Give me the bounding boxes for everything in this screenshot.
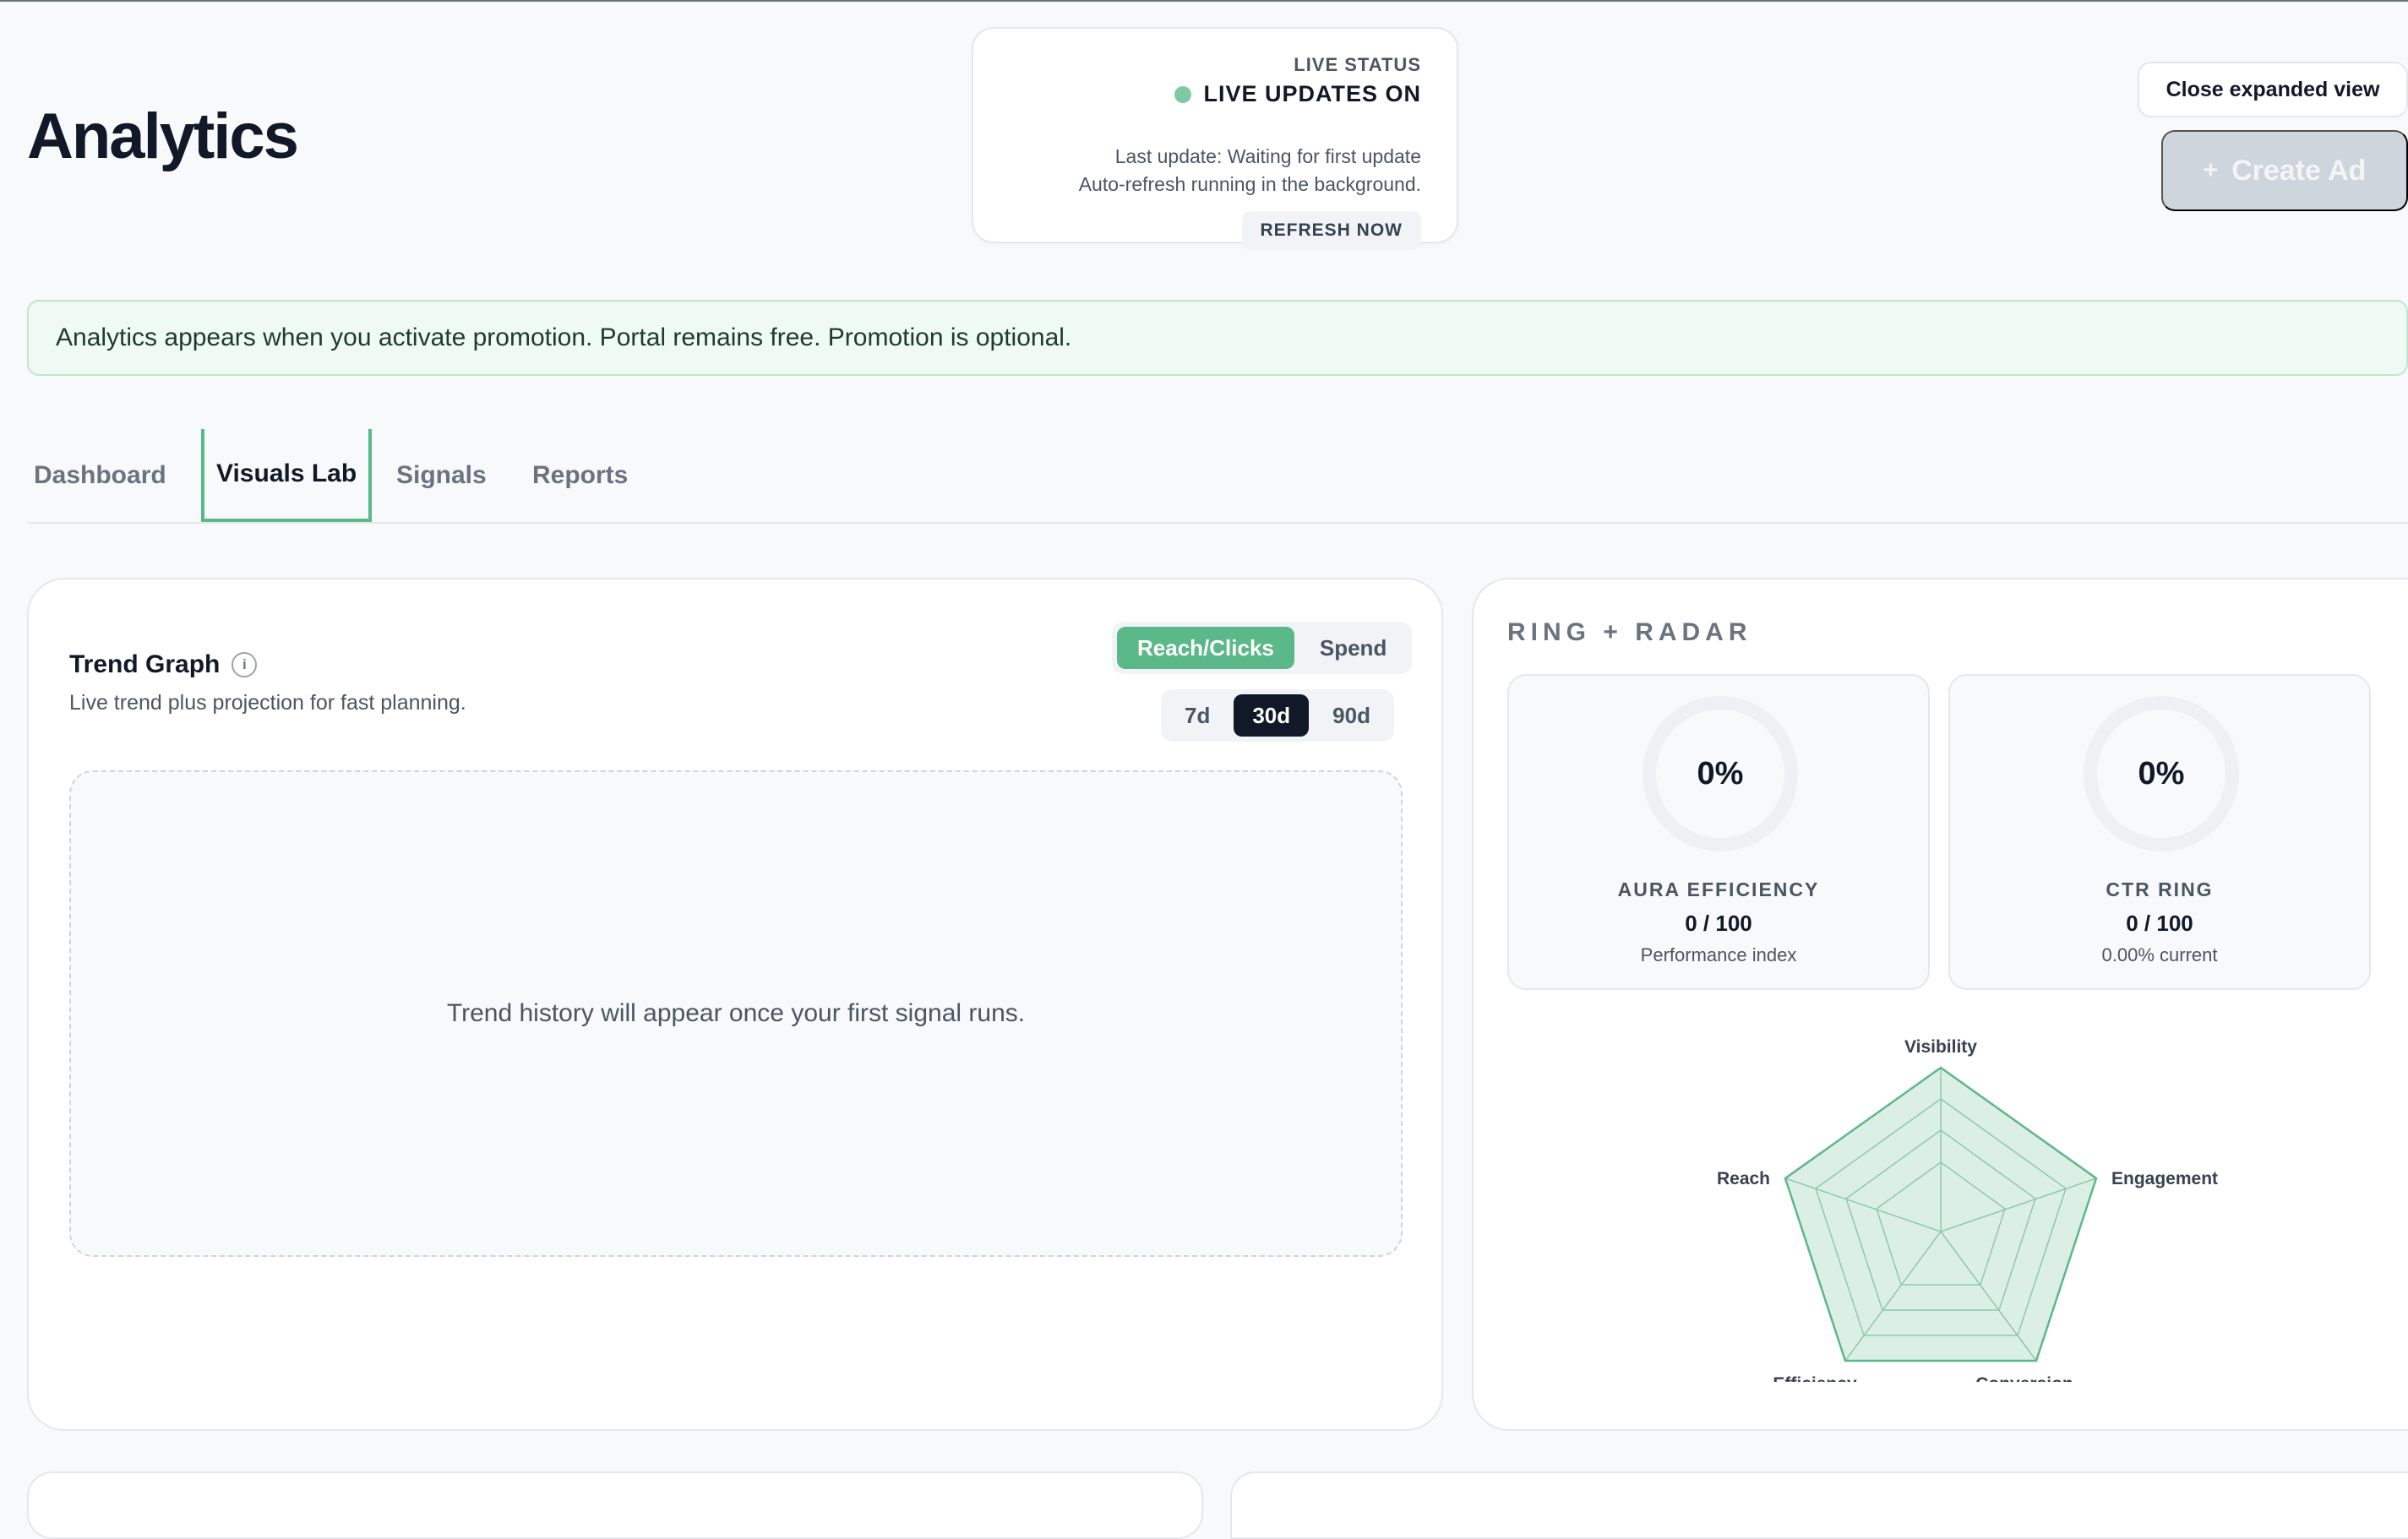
trend-empty-state: Trend history will appear once your firs… (69, 770, 1403, 1257)
tab-reports[interactable]: Reports (532, 429, 628, 522)
radar-label-engagement: Engagement (2111, 1169, 2218, 1188)
live-status-card: LIVE STATUS LIVE UPDATES ON Last update:… (972, 27, 1458, 250)
trend-graph-card: Trend Graph i Live trend plus projection… (27, 578, 1443, 1431)
create-ad-label: Create Ad (2231, 154, 2367, 187)
create-ad-button[interactable]: + Create Ad (2161, 130, 2408, 211)
tab-dashboard[interactable]: Dashboard (34, 429, 166, 522)
radar-label-conversion: Conversion (1975, 1374, 2073, 1382)
ring-note: 0.00% current (2101, 944, 2218, 965)
refresh-now-button[interactable]: REFRESH NOW (1241, 211, 1421, 250)
range-90d-button[interactable]: 90d (1314, 694, 1389, 737)
tab-visuals-lab[interactable]: Visuals Lab (201, 429, 373, 522)
range-7d-button[interactable]: 7d (1166, 694, 1229, 737)
radar-chart: Visibility Engagement Conversion Efficie… (1717, 1037, 2218, 1382)
range-30d-button[interactable]: 30d (1234, 694, 1310, 737)
trend-graph-title: Trend Graph i (69, 650, 258, 679)
ring-value: 0% (1643, 696, 1798, 851)
trend-graph-subtitle: Live trend plus projection for fast plan… (69, 691, 466, 715)
ring-radar-card: RING + RADAR 0% AURA EFFICIENCY 0 / 100 … (1472, 578, 2408, 1431)
ring-score: 0 / 100 (2126, 911, 2193, 936)
last-update-text: Last update: Waiting for first update (1114, 145, 1421, 167)
ring-name: AURA EFFICIENCY (1617, 878, 1820, 900)
ring-value: 0% (2084, 696, 2239, 851)
radar-label-visibility: Visibility (1904, 1037, 1977, 1057)
metric-spend-button[interactable]: Spend (1299, 627, 1407, 669)
page-title: Analytics (27, 101, 299, 172)
aura-efficiency-ring: 0% AURA EFFICIENCY 0 / 100 Performance i… (1507, 674, 1930, 990)
bottom-card-left (27, 1471, 1203, 1539)
ring-radar-title: RING + RADAR (1507, 618, 1752, 646)
live-status-state: LIVE UPDATES ON (1203, 81, 1421, 106)
close-expanded-view-button[interactable]: Close expanded view (2138, 62, 2408, 117)
info-icon[interactable]: i (232, 652, 258, 677)
promotion-banner: Analytics appears when you activate prom… (27, 300, 2408, 376)
live-status-label: LIVE STATUS (1294, 54, 1421, 75)
tab-signals[interactable]: Signals (396, 429, 487, 522)
plus-icon: + (2203, 156, 2219, 184)
range-toggle: 7d 30d 90d (1161, 689, 1394, 742)
ring-note: Performance index (1640, 944, 1797, 965)
ctr-ring: 0% CTR RING 0 / 100 0.00% current (1948, 674, 2371, 990)
radar-label-reach: Reach (1717, 1169, 1770, 1188)
metric-toggle: Reach/Clicks Spend (1112, 622, 1413, 674)
trend-graph-title-text: Trend Graph (69, 650, 221, 678)
ring-name: CTR RING (2106, 878, 2214, 900)
live-status-indicator: LIVE UPDATES ON (1174, 81, 1421, 107)
top-border (0, 0, 2408, 2)
radar-label-efficiency: Efficiency (1773, 1374, 1857, 1382)
bottom-card-right (1230, 1471, 2408, 1539)
radar-shape (1784, 1066, 2098, 1362)
ring-score: 0 / 100 (1685, 911, 1752, 936)
live-dot-icon (1174, 85, 1192, 103)
auto-refresh-text: Auto-refresh running in the background. (1078, 173, 1421, 195)
metric-reach-clicks-button[interactable]: Reach/Clicks (1117, 627, 1294, 669)
tab-bar: Dashboard Visuals Lab Signals Reports (27, 429, 2408, 524)
